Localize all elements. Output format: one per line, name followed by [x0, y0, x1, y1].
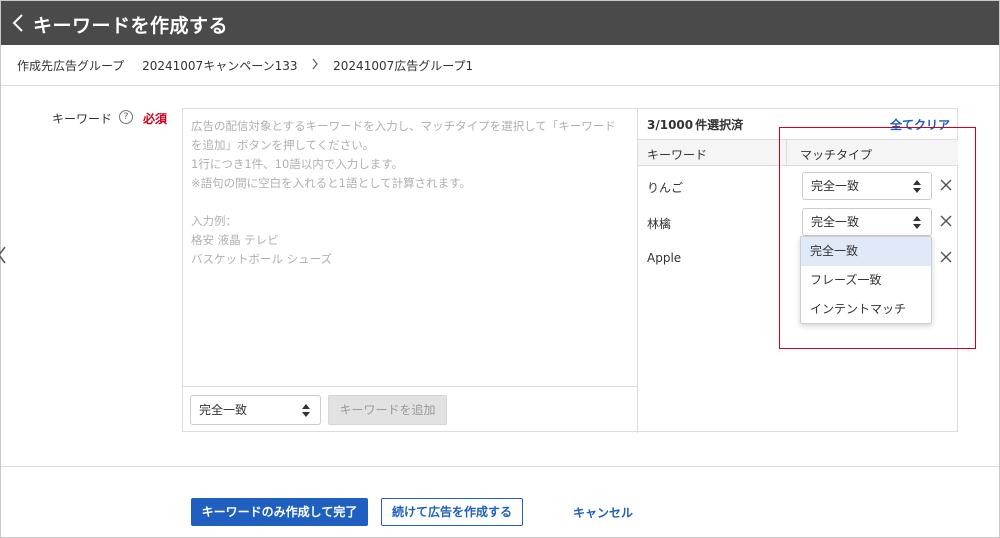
required-badge: 必須: [143, 112, 168, 126]
match-type-select[interactable]: 完全一致: [190, 395, 321, 425]
input-toolbar: 完全一致 キーワードを追加: [183, 386, 638, 433]
add-keyword-button[interactable]: キーワードを追加: [328, 395, 447, 425]
chevron-right-icon: [311, 58, 319, 73]
breadcrumb: 作成先広告グループ 20241007キャンペーン133 20241007広告グル…: [17, 57, 473, 74]
annotation-highlight-box: [779, 127, 976, 349]
breadcrumb-ad-group[interactable]: 20241007広告グループ1: [333, 57, 473, 74]
match-type-select-value: 完全一致: [199, 403, 248, 417]
keyword-text: 林檎: [647, 217, 672, 231]
chevron-left-icon[interactable]: [9, 12, 29, 34]
keyword-input-placeholder: 広告の配信対象とするキーワードを入力し、マッチタイプを選択して「キーワード を追…: [191, 119, 616, 266]
selected-count-suffix: 件選択済: [695, 118, 744, 132]
divider: [1, 466, 999, 467]
page-header: キーワードを作成する: [1, 1, 999, 45]
page-title: キーワードを作成する: [33, 15, 229, 37]
chevron-left-icon: [0, 246, 6, 264]
selected-count: 3/1000 件選択済: [647, 116, 743, 133]
column-header-keyword: キーワード: [647, 148, 708, 162]
cancel-button[interactable]: キャンセル: [573, 504, 633, 521]
continue-create-ad-button[interactable]: 続けて広告を作成する: [381, 498, 523, 526]
divider: [1, 85, 999, 86]
keyword-text: りんご: [647, 181, 684, 195]
keyword-input[interactable]: 広告の配信対象とするキーワードを入力し、マッチタイプを選択して「キーワード を追…: [183, 109, 638, 386]
keyword-text: Apple: [647, 251, 682, 265]
breadcrumb-label: 作成先広告グループ: [17, 59, 125, 73]
breadcrumb-campaign[interactable]: 20241007キャンペーン133: [142, 57, 297, 74]
keyword-field-label: キーワード: [52, 112, 113, 126]
create-keywords-only-button[interactable]: キーワードのみ作成して完了: [191, 498, 368, 526]
selected-count-value: 3/1000: [647, 118, 694, 132]
sort-updown-icon: [302, 404, 310, 417]
question-circle-icon[interactable]: ?: [119, 110, 133, 124]
